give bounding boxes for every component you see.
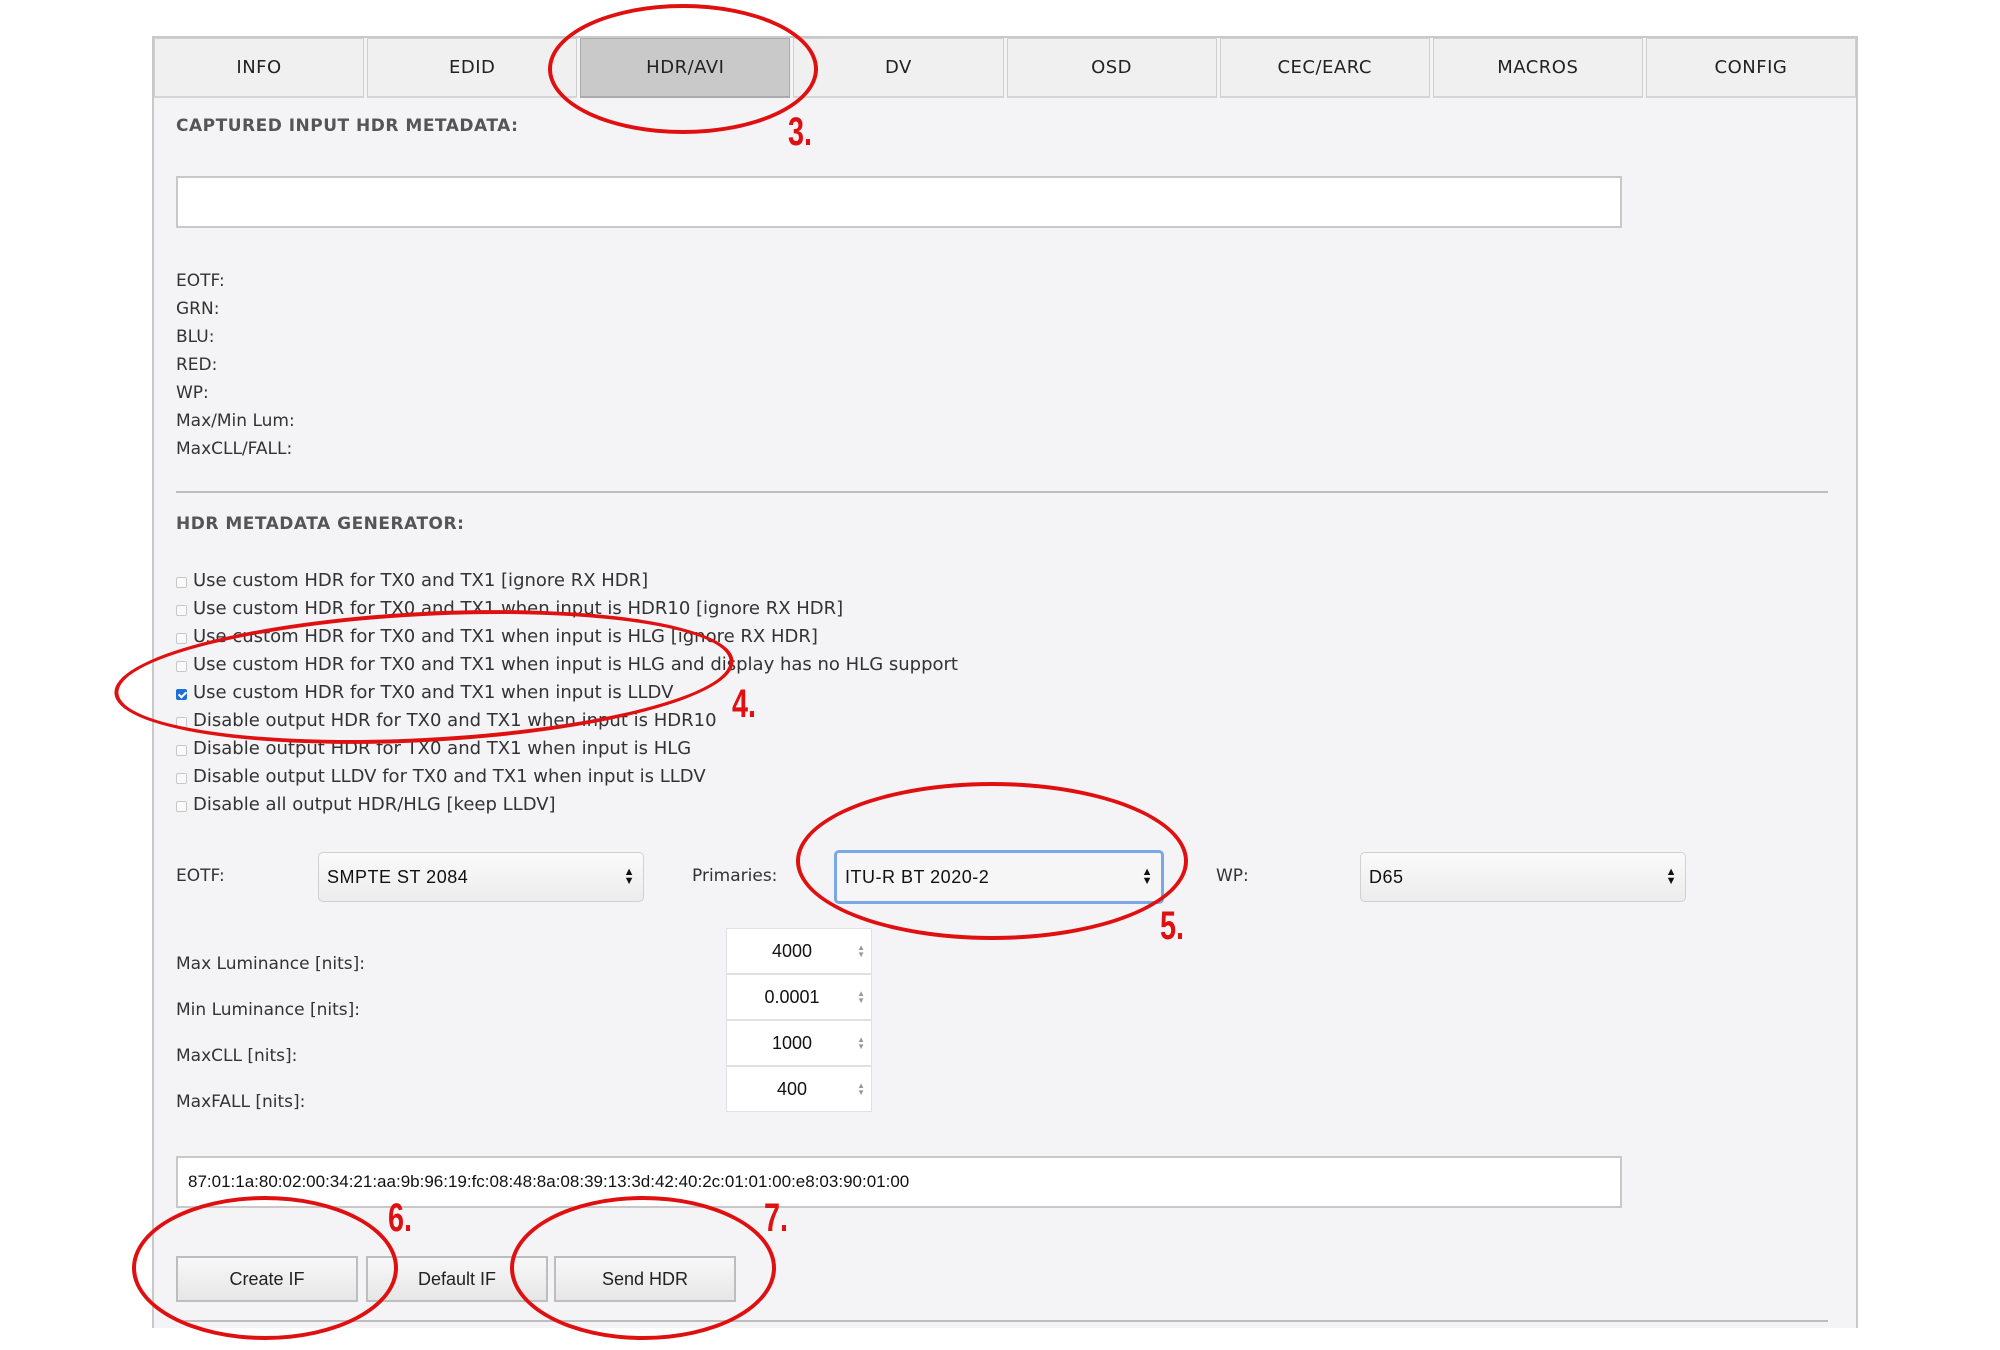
checkbox[interactable] bbox=[176, 577, 187, 588]
spinner-icon[interactable]: ▲ ▼ bbox=[857, 990, 865, 1005]
option-custom-hdr-hlg-no-support[interactable]: Use custom HDR for TX0 and TX1 when inpu… bbox=[176, 654, 958, 675]
captured-grn-label: GRN: bbox=[176, 299, 220, 319]
captured-blu-label: BLU: bbox=[176, 327, 215, 347]
option-label: Use custom HDR for TX0 and TX1 when inpu… bbox=[193, 654, 958, 675]
select-arrows-icon: ▲ ▼ bbox=[1141, 866, 1153, 887]
tab-bar: INFO EDID HDR/AVI DV OSD CEC/EARC MACROS… bbox=[154, 38, 1856, 100]
option-custom-hdr-hdr10[interactable]: Use custom HDR for TX0 and TX1 when inpu… bbox=[176, 598, 843, 619]
default-if-button[interactable]: Default IF bbox=[366, 1256, 548, 1302]
checkbox[interactable] bbox=[176, 717, 187, 728]
infoframe-field[interactable]: 87:01:1a:80:02:00:34:21:aa:9b:96:19:fc:0… bbox=[176, 1156, 1622, 1208]
captured-wp-label: WP: bbox=[176, 383, 209, 403]
maxcll-value: 1000 bbox=[771, 1032, 813, 1053]
tab-config[interactable]: CONFIG bbox=[1645, 38, 1856, 98]
primaries-select[interactable]: ITU-R BT 2020-2 ▲ ▼ bbox=[834, 850, 1164, 904]
min-luminance-label: Min Luminance [nits]: bbox=[176, 1000, 360, 1020]
min-luminance-input[interactable]: 0.0001 ▲ ▼ bbox=[726, 974, 872, 1020]
maxfall-input[interactable]: 400 ▲ ▼ bbox=[726, 1066, 872, 1112]
min-luminance-value: 0.0001 bbox=[764, 986, 820, 1007]
bottom-divider bbox=[176, 1320, 1828, 1322]
option-label: Use custom HDR for TX0 and TX1 [ignore R… bbox=[193, 570, 649, 591]
max-luminance-value: 4000 bbox=[771, 940, 813, 961]
tab-hdr-avi[interactable]: HDR/AVI bbox=[580, 38, 791, 98]
select-arrows-icon: ▲ ▼ bbox=[623, 866, 635, 887]
option-label: Disable output HDR for TX0 and TX1 when … bbox=[193, 710, 717, 731]
captured-section-title: CAPTURED INPUT HDR METADATA: bbox=[176, 116, 519, 136]
captured-red-label: RED: bbox=[176, 355, 218, 375]
option-label: Disable output LLDV for TX0 and TX1 when… bbox=[193, 766, 706, 787]
wp-select-value: D65 bbox=[1369, 866, 1404, 887]
max-luminance-label: Max Luminance [nits]: bbox=[176, 954, 365, 974]
option-label: Disable output HDR for TX0 and TX1 when … bbox=[193, 738, 692, 759]
generator-section-title: HDR METADATA GENERATOR: bbox=[176, 514, 465, 534]
checkbox[interactable] bbox=[176, 745, 187, 756]
primaries-select-label: Primaries: bbox=[692, 866, 778, 886]
option-disable-lldv[interactable]: Disable output LLDV for TX0 and TX1 when… bbox=[176, 766, 706, 787]
option-custom-hdr-hlg[interactable]: Use custom HDR for TX0 and TX1 when inpu… bbox=[176, 626, 818, 647]
eotf-select-value: SMPTE ST 2084 bbox=[327, 866, 469, 887]
captured-maxcll-fall-label: MaxCLL/FALL: bbox=[176, 439, 293, 459]
captured-metadata-field[interactable] bbox=[176, 176, 1622, 228]
option-custom-hdr-lldv[interactable]: Use custom HDR for TX0 and TX1 when inpu… bbox=[176, 682, 673, 703]
maxcll-input[interactable]: 1000 ▲ ▼ bbox=[726, 1020, 872, 1066]
tab-dv[interactable]: DV bbox=[793, 38, 1004, 98]
select-arrows-icon: ▲ ▼ bbox=[1665, 866, 1677, 887]
hdr-avi-panel: INFO EDID HDR/AVI DV OSD CEC/EARC MACROS… bbox=[152, 36, 1858, 1328]
primaries-select-value: ITU-R BT 2020-2 bbox=[845, 866, 990, 887]
checkbox[interactable] bbox=[176, 801, 187, 812]
maxfall-label: MaxFALL [nits]: bbox=[176, 1092, 306, 1112]
maxfall-value: 400 bbox=[776, 1078, 808, 1099]
option-custom-hdr-ignore-rx[interactable]: Use custom HDR for TX0 and TX1 [ignore R… bbox=[176, 570, 648, 591]
checkbox[interactable] bbox=[176, 633, 187, 644]
captured-maxmin-lum-label: Max/Min Lum: bbox=[176, 411, 295, 431]
tab-macros[interactable]: MACROS bbox=[1432, 38, 1643, 98]
option-label: Use custom HDR for TX0 and TX1 when inpu… bbox=[193, 626, 818, 647]
tab-osd[interactable]: OSD bbox=[1006, 38, 1217, 98]
create-if-button[interactable]: Create IF bbox=[176, 1256, 358, 1302]
wp-select[interactable]: D65 ▲ ▼ bbox=[1360, 852, 1686, 902]
option-disable-hdr-hdr10[interactable]: Disable output HDR for TX0 and TX1 when … bbox=[176, 710, 717, 731]
send-hdr-button[interactable]: Send HDR bbox=[554, 1256, 736, 1302]
checkbox[interactable] bbox=[176, 773, 187, 784]
option-label: Use custom HDR for TX0 and TX1 when inpu… bbox=[193, 598, 844, 619]
wp-select-label: WP: bbox=[1216, 866, 1249, 886]
maxcll-label: MaxCLL [nits]: bbox=[176, 1046, 298, 1066]
tab-info[interactable]: INFO bbox=[154, 38, 365, 98]
spinner-icon[interactable]: ▲ ▼ bbox=[857, 1036, 865, 1051]
option-disable-all-hdr-hlg[interactable]: Disable all output HDR/HLG [keep LLDV] bbox=[176, 794, 556, 815]
eotf-select-label: EOTF: bbox=[176, 866, 225, 886]
section-divider bbox=[176, 491, 1828, 493]
option-disable-hdr-hlg[interactable]: Disable output HDR for TX0 and TX1 when … bbox=[176, 738, 691, 759]
max-luminance-input[interactable]: 4000 ▲ ▼ bbox=[726, 928, 872, 974]
spinner-icon[interactable]: ▲ ▼ bbox=[857, 944, 865, 959]
checkbox[interactable] bbox=[176, 661, 187, 672]
eotf-select[interactable]: SMPTE ST 2084 ▲ ▼ bbox=[318, 852, 644, 902]
captured-eotf-label: EOTF: bbox=[176, 271, 225, 291]
checkbox-checked[interactable] bbox=[176, 689, 187, 700]
tab-cec-earc[interactable]: CEC/EARC bbox=[1219, 38, 1430, 98]
spinner-icon[interactable]: ▲ ▼ bbox=[857, 1082, 865, 1097]
option-label: Disable all output HDR/HLG [keep LLDV] bbox=[193, 794, 556, 815]
option-label: Use custom HDR for TX0 and TX1 when inpu… bbox=[193, 682, 674, 703]
tab-edid[interactable]: EDID bbox=[367, 38, 578, 98]
checkbox[interactable] bbox=[176, 605, 187, 616]
